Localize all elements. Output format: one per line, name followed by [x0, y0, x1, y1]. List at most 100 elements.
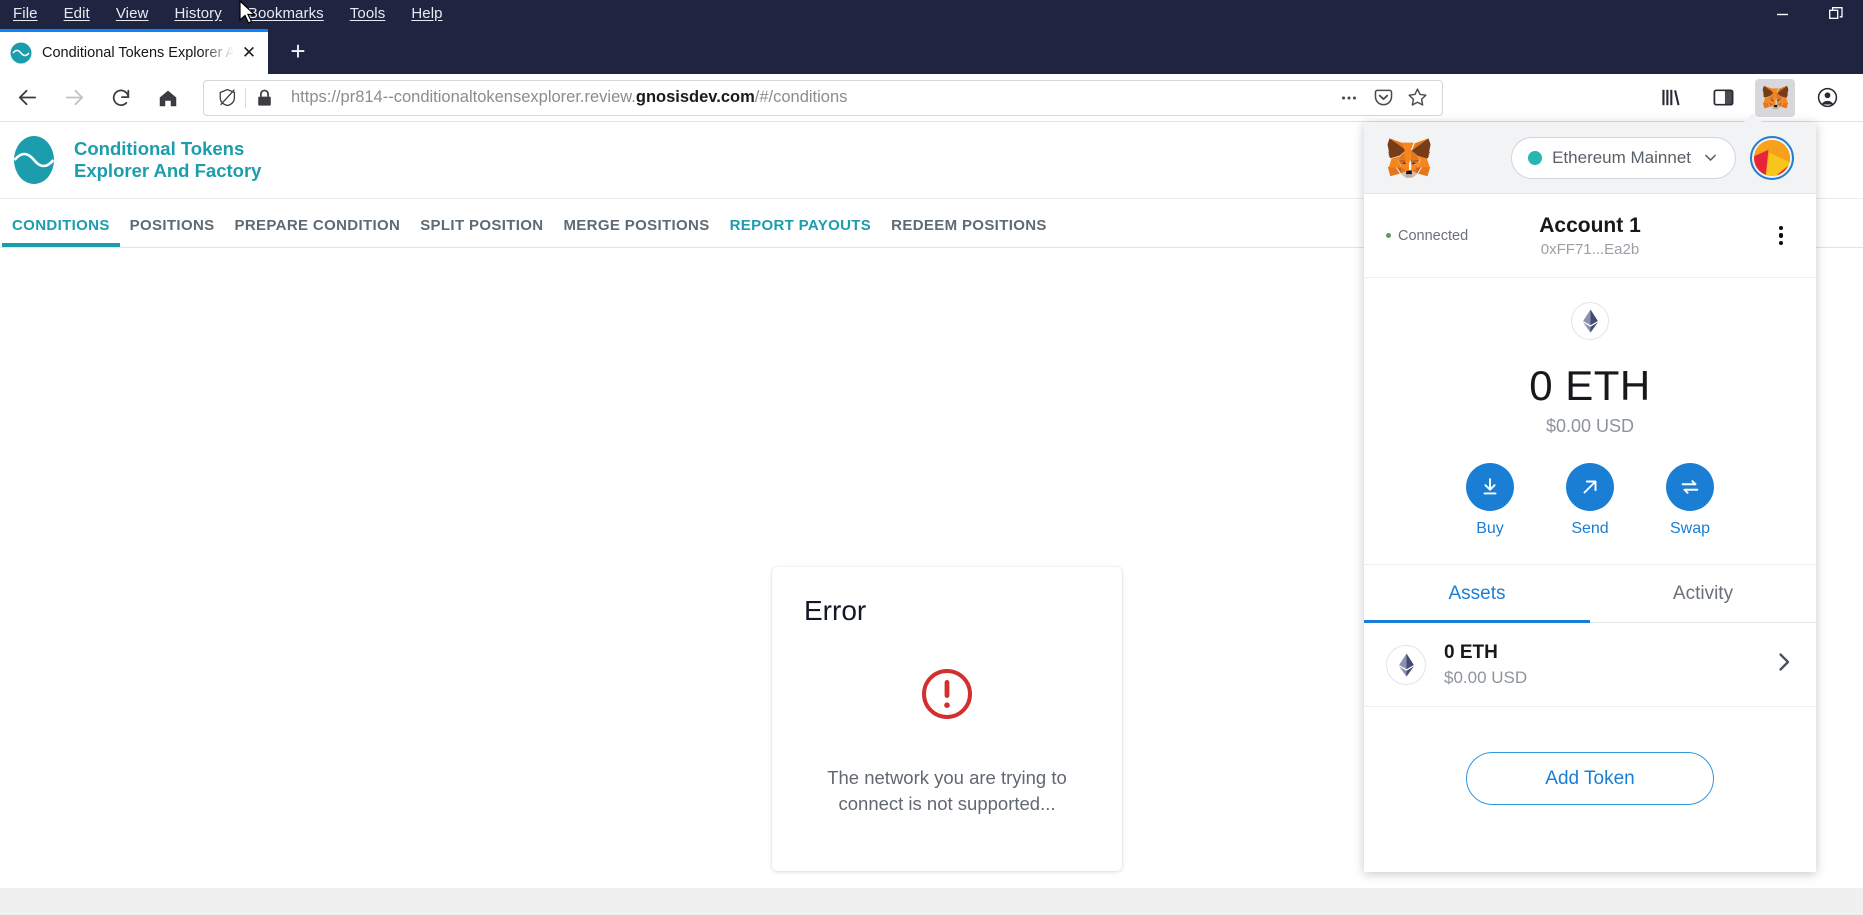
- tab-strip: Conditional Tokens Explorer An ✕ +: [0, 28, 1863, 74]
- download-arrow-icon: [1466, 463, 1514, 511]
- asset-fiat: $0.00 USD: [1444, 667, 1528, 687]
- error-card-message: The network you are trying to connect is…: [827, 767, 1067, 815]
- menu-help-label: Help: [411, 5, 443, 22]
- mouse-cursor: [239, 0, 257, 24]
- swap-arrows-icon: [1666, 463, 1714, 511]
- balance-section: 0 ETH $0.00 USD Buy Send Swap: [1364, 278, 1816, 565]
- reload-button[interactable]: [101, 78, 141, 118]
- library-icon[interactable]: [1651, 79, 1691, 117]
- menu-edit[interactable]: Edit: [51, 0, 103, 28]
- logo-line-2: Explorer And Factory: [74, 160, 262, 181]
- send-action[interactable]: Send: [1566, 463, 1614, 538]
- menu-view-label: View: [115, 5, 149, 22]
- conditional-tokens-logo-icon[interactable]: [8, 134, 60, 186]
- nav-item-report-payouts[interactable]: REPORT PAYOUTS: [720, 217, 882, 247]
- metamask-popup-panel: Ethereum Mainnet Connected Account 1 0xF…: [1364, 113, 1816, 872]
- balance-amount: 0 ETH: [1529, 362, 1651, 409]
- account-icon[interactable]: [1807, 79, 1847, 117]
- connected-label: Connected: [1398, 227, 1469, 244]
- restore-button[interactable]: [1809, 0, 1863, 28]
- urlbar-divider: [245, 87, 246, 108]
- tab-close-icon[interactable]: ✕: [236, 40, 262, 66]
- sidebar-icon[interactable]: [1703, 79, 1743, 117]
- menu-view[interactable]: View: [103, 0, 162, 28]
- url-text[interactable]: https://pr814--conditionaltokensexplorer…: [279, 88, 1332, 107]
- kebab-dot-1: [1778, 225, 1784, 231]
- menu-edit-label: Edit: [63, 5, 90, 22]
- metamask-header: Ethereum Mainnet: [1364, 122, 1816, 194]
- menu-file[interactable]: File: [0, 0, 51, 28]
- avatar-identicon: [1754, 139, 1790, 176]
- menu-history[interactable]: History: [161, 0, 234, 28]
- asset-list-item[interactable]: 0 ETH $0.00 USD: [1364, 623, 1816, 707]
- swap-action[interactable]: Swap: [1666, 463, 1714, 538]
- tab-assets[interactable]: Assets: [1364, 565, 1590, 623]
- page-actions-icon[interactable]: [1332, 84, 1366, 112]
- network-name: Ethereum Mainnet: [1552, 147, 1691, 167]
- browser-tab[interactable]: Conditional Tokens Explorer An ✕: [0, 29, 268, 74]
- navigation-toolbar: https://pr814--conditionaltokensexplorer…: [0, 74, 1863, 122]
- url-prefix: https://pr814--conditionaltokensexplorer…: [291, 88, 636, 106]
- error-card-title: Error: [804, 595, 867, 626]
- menu-history-label: History: [174, 5, 222, 22]
- send-label: Send: [1571, 520, 1609, 537]
- site-logo-text[interactable]: Conditional Tokens Explorer And Factory: [74, 138, 261, 181]
- account-avatar[interactable]: [1750, 135, 1794, 180]
- nav-item-prepare-condition[interactable]: PREPARE CONDITION: [225, 217, 411, 247]
- buy-action[interactable]: Buy: [1466, 463, 1514, 538]
- buy-label: Buy: [1476, 520, 1504, 537]
- kebab-dot-2: [1778, 233, 1784, 238]
- metamask-tabs: Assets Activity: [1364, 565, 1816, 623]
- add-token-button[interactable]: Add Token: [1466, 752, 1714, 805]
- chevron-right-icon[interactable]: [1774, 651, 1794, 678]
- swap-label: Swap: [1669, 520, 1711, 537]
- error-exclamation-circle-icon: [922, 669, 972, 719]
- forward-button[interactable]: [54, 78, 94, 118]
- menu-help[interactable]: Help: [398, 0, 455, 28]
- url-suffix: /#/conditions: [754, 88, 848, 106]
- balance-fiat: $0.00 USD: [1545, 416, 1635, 436]
- nav-item-merge-positions[interactable]: MERGE POSITIONS: [553, 217, 719, 247]
- tracking-protection-icon[interactable]: [212, 84, 242, 112]
- menu-tools[interactable]: Tools: [337, 0, 399, 28]
- error-card: Error The network you are trying to conn…: [772, 567, 1122, 871]
- urlbar-actions: [1332, 84, 1434, 112]
- ethereum-badge-icon: [1571, 302, 1609, 340]
- asset-amount: 0 ETH: [1444, 641, 1498, 663]
- account-options-menu-icon[interactable]: [1768, 221, 1794, 251]
- asset-text: 0 ETH $0.00 USD: [1444, 642, 1527, 688]
- account-bar: Connected Account 1 0xFF71...Ea2b: [1364, 194, 1816, 278]
- kebab-dot-3: [1778, 240, 1784, 246]
- tab-activity[interactable]: Activity: [1590, 565, 1816, 622]
- metamask-fox-logo-icon: [1386, 137, 1432, 179]
- nav-item-split-position[interactable]: SPLIT POSITION: [410, 217, 553, 247]
- address-bar[interactable]: https://pr814--conditionaltokensexplorer…: [203, 79, 1443, 116]
- new-tab-button[interactable]: +: [278, 31, 318, 71]
- menu-tools-label: Tools: [349, 5, 386, 22]
- bookmark-star-icon[interactable]: [1400, 84, 1434, 112]
- logo-line-1: Conditional Tokens: [74, 138, 245, 160]
- metamask-extension-icon[interactable]: [1755, 78, 1795, 117]
- site-favicon: [10, 42, 32, 64]
- back-button[interactable]: [7, 78, 47, 118]
- connected-dot: [1386, 233, 1391, 238]
- network-selector[interactable]: Ethereum Mainnet: [1511, 136, 1736, 179]
- diagonal-arrow-icon: [1566, 463, 1614, 511]
- minimize-button[interactable]: [1755, 0, 1809, 28]
- lock-icon[interactable]: [249, 84, 279, 112]
- popup-arrow: [1743, 113, 1763, 123]
- nav-item-redeem-positions[interactable]: REDEEM POSITIONS: [881, 217, 1057, 247]
- nav-item-positions[interactable]: POSITIONS: [120, 217, 225, 247]
- browser-toolbar-right: [1645, 78, 1863, 117]
- menu-bar: File Edit View History Bookmarks Tools H…: [0, 0, 1863, 28]
- error-icon-container: [804, 667, 1090, 721]
- pocket-icon[interactable]: [1366, 84, 1400, 112]
- home-button[interactable]: [148, 78, 188, 118]
- menu-bookmarks-label: Bookmarks: [247, 5, 324, 22]
- window-controls: [1755, 0, 1863, 28]
- network-status-dot: [1528, 150, 1543, 165]
- nav-item-conditions[interactable]: CONDITIONS: [2, 217, 120, 247]
- connection-status: Connected: [1386, 228, 1468, 244]
- browser-window: File Edit View History Bookmarks Tools H…: [0, 0, 1863, 915]
- menu-file-label: File: [13, 5, 38, 22]
